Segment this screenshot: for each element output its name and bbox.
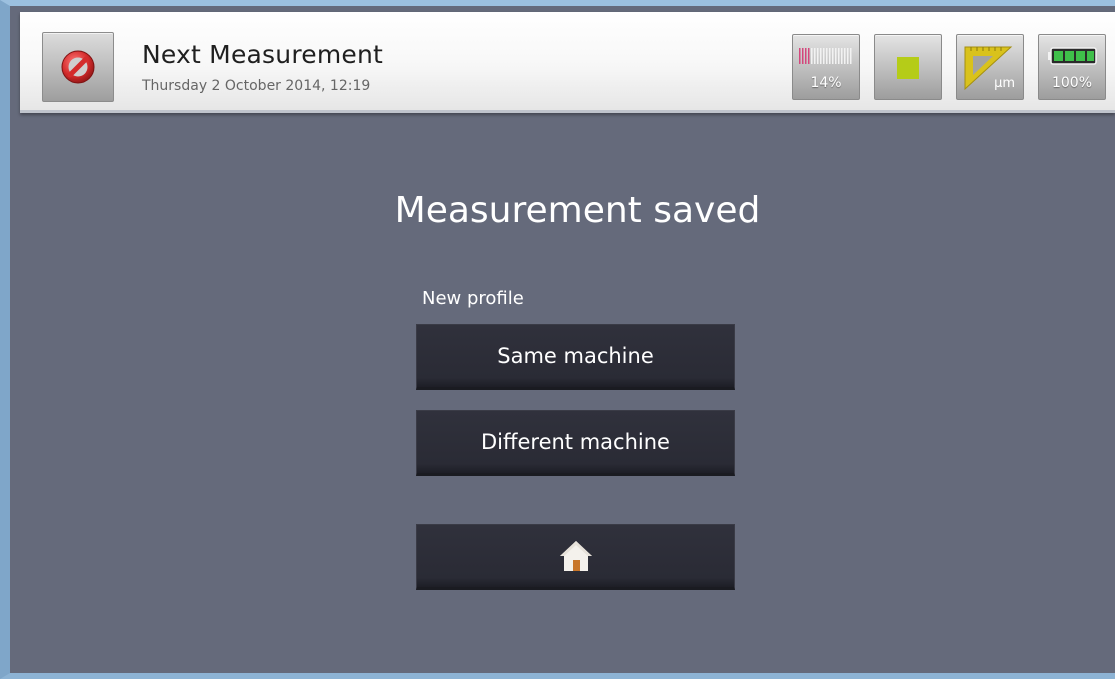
header-bar: Next Measurement Thursday 2 October 2014…	[20, 12, 1115, 113]
home-button[interactable]	[416, 524, 735, 590]
signal-bars-icon	[799, 48, 852, 64]
cancel-button[interactable]	[42, 32, 114, 102]
status-message: Measurement saved	[394, 190, 761, 231]
section-label: New profile	[422, 288, 524, 309]
date-time: Thursday 2 October 2014, 12:19	[142, 78, 371, 94]
battery-percent: 100%	[1051, 75, 1093, 91]
signal-status-button[interactable]: 14%	[792, 34, 860, 100]
signal-percent: 14%	[810, 75, 842, 91]
units-label: µm	[994, 76, 1015, 91]
window-frame: Next Measurement Thursday 2 October 2014…	[0, 0, 1115, 679]
square-stop-icon	[897, 57, 919, 79]
record-status-button[interactable]	[874, 34, 942, 100]
page-title: Next Measurement	[142, 40, 384, 69]
battery-icon	[1048, 47, 1097, 65]
battery-status-button[interactable]: 100%	[1038, 34, 1106, 100]
app-screen: Next Measurement Thursday 2 October 2014…	[20, 12, 1115, 667]
prohibited-icon	[61, 50, 95, 84]
same-machine-button[interactable]: Same machine	[416, 324, 735, 390]
units-button[interactable]: µm	[956, 34, 1024, 100]
home-icon	[559, 541, 592, 571]
different-machine-button[interactable]: Different machine	[416, 410, 735, 476]
